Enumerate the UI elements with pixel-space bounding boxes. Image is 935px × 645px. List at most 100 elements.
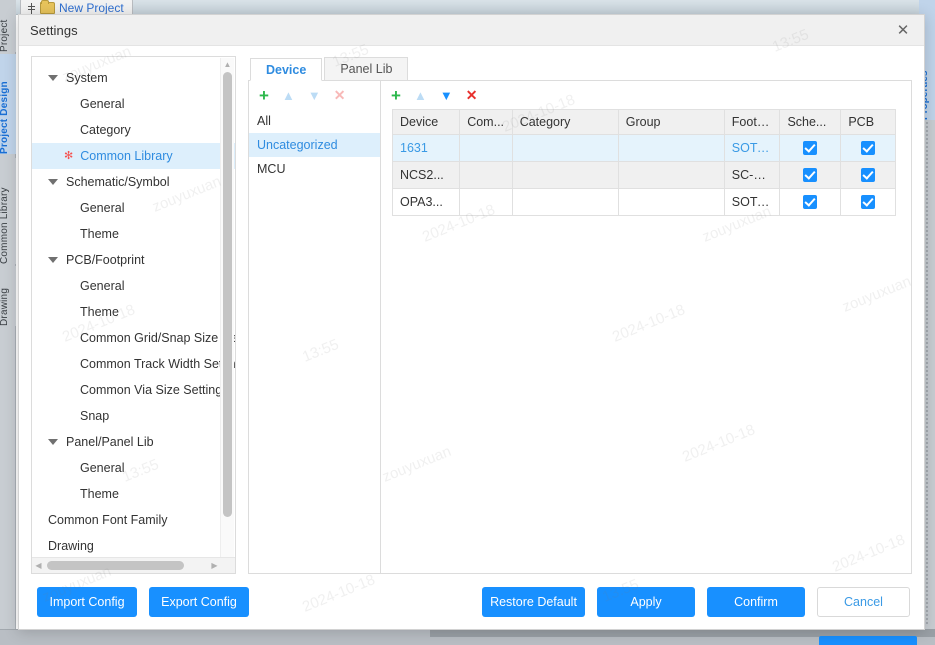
- column-header[interactable]: Com...: [459, 109, 513, 135]
- folder-icon: [40, 0, 55, 14]
- chevron-down-icon[interactable]: [48, 257, 58, 263]
- chevron-down-icon[interactable]: [48, 75, 58, 81]
- delete-category-button[interactable]: ✕: [334, 88, 346, 102]
- tree-item-category[interactable]: Category: [32, 117, 235, 143]
- cell-group: [617, 188, 725, 216]
- tree-item-label: Theme: [80, 487, 119, 501]
- chevron-down-icon[interactable]: [48, 179, 58, 185]
- category-item-mcu[interactable]: MCU: [249, 157, 380, 181]
- device-table-wrap: Device Com... Category Group Footpr... Sche..…: [381, 109, 911, 216]
- tree-item-common-font-family[interactable]: Common Font Family: [32, 507, 235, 533]
- cell-schematic[interactable]: [779, 161, 842, 189]
- tree-item-panel-panel-lib[interactable]: Panel/Panel Lib: [32, 429, 235, 455]
- cell-schematic[interactable]: [779, 188, 842, 216]
- tab-panel-lib[interactable]: Panel Lib: [324, 57, 409, 80]
- tree-item-label: General: [80, 461, 125, 475]
- rail-label-common-library[interactable]: Common Library: [0, 158, 16, 264]
- tree-item-general[interactable]: General: [32, 273, 235, 299]
- tree-item-system[interactable]: System: [32, 65, 235, 91]
- modified-marker-icon: ✻: [64, 149, 74, 162]
- checkbox-checked-icon[interactable]: [861, 168, 876, 183]
- tree-item-theme[interactable]: Theme: [32, 221, 235, 247]
- tab-device[interactable]: Device: [250, 58, 323, 81]
- rail-label-project[interactable]: Project: [0, 0, 16, 52]
- tree-item-common-via-size-setting[interactable]: Common Via Size Setting: [32, 377, 235, 403]
- checkbox-checked-icon[interactable]: [803, 141, 818, 156]
- cell-device: 1631: [391, 134, 461, 162]
- move-up-icon[interactable]: ▲: [414, 89, 427, 102]
- cell-footprint: SOT-3...: [723, 188, 781, 216]
- column-header[interactable]: Device: [391, 109, 461, 135]
- tree-item-label: Snap: [80, 409, 110, 423]
- cell-pcb[interactable]: [840, 161, 896, 189]
- tree-item-label: Schematic/Symbol: [66, 175, 170, 189]
- tree-item-label: Category: [80, 123, 131, 137]
- scrollbar-thumb[interactable]: [223, 72, 232, 517]
- column-header[interactable]: PCB: [840, 109, 896, 135]
- cell-pcb[interactable]: [840, 188, 896, 216]
- scrollbar-thumb[interactable]: [47, 561, 184, 570]
- tree-item-common-library[interactable]: ✻ Common Library: [32, 143, 235, 169]
- apply-button[interactable]: Apply: [597, 586, 695, 617]
- category-toolbar: + ▲ ▼ ✕: [249, 81, 380, 109]
- cell-pcb[interactable]: [840, 134, 896, 162]
- tree-item-common-track-width-settin[interactable]: Common Track Width Settin: [32, 351, 235, 377]
- checkbox-checked-icon[interactable]: [803, 168, 818, 183]
- rail-label-project-design[interactable]: Project Design: [0, 54, 16, 154]
- export-config-button[interactable]: Export Config: [149, 586, 249, 617]
- settings-dialog: Settings ✕ System General Category ✻ Common …: [18, 14, 925, 630]
- settings-tree: System General Category ✻ Common Library Sche…: [32, 57, 235, 557]
- category-item-uncategorized[interactable]: Uncategorized: [249, 133, 380, 157]
- cell-schematic[interactable]: [779, 134, 842, 162]
- tree-item-drawing[interactable]: Drawing: [32, 533, 235, 557]
- scroll-left-icon[interactable]: ◀: [32, 558, 45, 573]
- tree-item-general[interactable]: General: [32, 91, 235, 117]
- tree-item-schematic-symbol[interactable]: Schematic/Symbol: [32, 169, 235, 195]
- tree-item-theme[interactable]: Theme: [32, 299, 235, 325]
- column-header[interactable]: Category: [511, 109, 619, 135]
- move-down-icon[interactable]: ▼: [440, 89, 453, 102]
- category-item-all[interactable]: All: [249, 109, 380, 133]
- checkbox-checked-icon[interactable]: [861, 195, 876, 210]
- scroll-up-icon[interactable]: ▲: [221, 58, 234, 71]
- column-header[interactable]: Group: [617, 109, 725, 135]
- checkbox-checked-icon[interactable]: [803, 195, 818, 210]
- restore-default-button[interactable]: Restore Default: [482, 586, 585, 617]
- tree-item-snap[interactable]: Snap: [32, 403, 235, 429]
- table-row[interactable]: 1631 SOT-2...: [391, 134, 896, 162]
- move-down-icon[interactable]: ▼: [308, 89, 321, 102]
- cell-footprint: SOT-2...: [723, 134, 781, 162]
- chevron-down-icon[interactable]: [48, 439, 58, 445]
- tree-item-label: Theme: [80, 305, 119, 319]
- table-row[interactable]: NCS2... SC-88...: [391, 161, 896, 189]
- column-header[interactable]: Footpr...: [723, 109, 781, 135]
- footer-left-group: Import Config Export Config: [37, 586, 249, 617]
- delete-device-button[interactable]: ✕: [466, 88, 478, 102]
- tree-item-general[interactable]: General: [32, 195, 235, 221]
- add-device-button[interactable]: +: [391, 87, 401, 104]
- checkbox-checked-icon[interactable]: [861, 141, 876, 156]
- tree-item-label: Panel/Panel Lib: [66, 435, 154, 449]
- tree-item-theme[interactable]: Theme: [32, 481, 235, 507]
- cancel-button[interactable]: Cancel: [817, 586, 910, 617]
- tree-item-pcb-footprint[interactable]: PCB/Footprint: [32, 247, 235, 273]
- pin-icon: [27, 2, 36, 14]
- cell-comment: [459, 161, 513, 189]
- tree-horizontal-scrollbar[interactable]: ◀ ▶: [32, 557, 235, 573]
- cell-group: [617, 161, 725, 189]
- scroll-right-icon[interactable]: ▶: [208, 558, 221, 573]
- tree-item-label: Common Library: [80, 149, 173, 163]
- table-row[interactable]: OPA3... SOT-3...: [391, 188, 896, 216]
- close-icon[interactable]: ✕: [882, 15, 924, 45]
- background-primary-button[interactable]: [819, 636, 917, 645]
- tree-item-general[interactable]: General: [32, 455, 235, 481]
- rail-label-drawing[interactable]: Drawing: [0, 266, 16, 326]
- tree-item-common-grid-snap-size-se[interactable]: Common Grid/Snap Size Se: [32, 325, 235, 351]
- add-category-button[interactable]: +: [259, 87, 269, 104]
- tree-vertical-scrollbar[interactable]: ▲ ▼: [220, 58, 234, 572]
- move-up-icon[interactable]: ▲: [282, 89, 295, 102]
- background-project-tab-label: New Project: [59, 1, 124, 15]
- confirm-button[interactable]: Confirm: [707, 586, 805, 617]
- column-header[interactable]: Sche...: [779, 109, 842, 135]
- import-config-button[interactable]: Import Config: [37, 586, 137, 617]
